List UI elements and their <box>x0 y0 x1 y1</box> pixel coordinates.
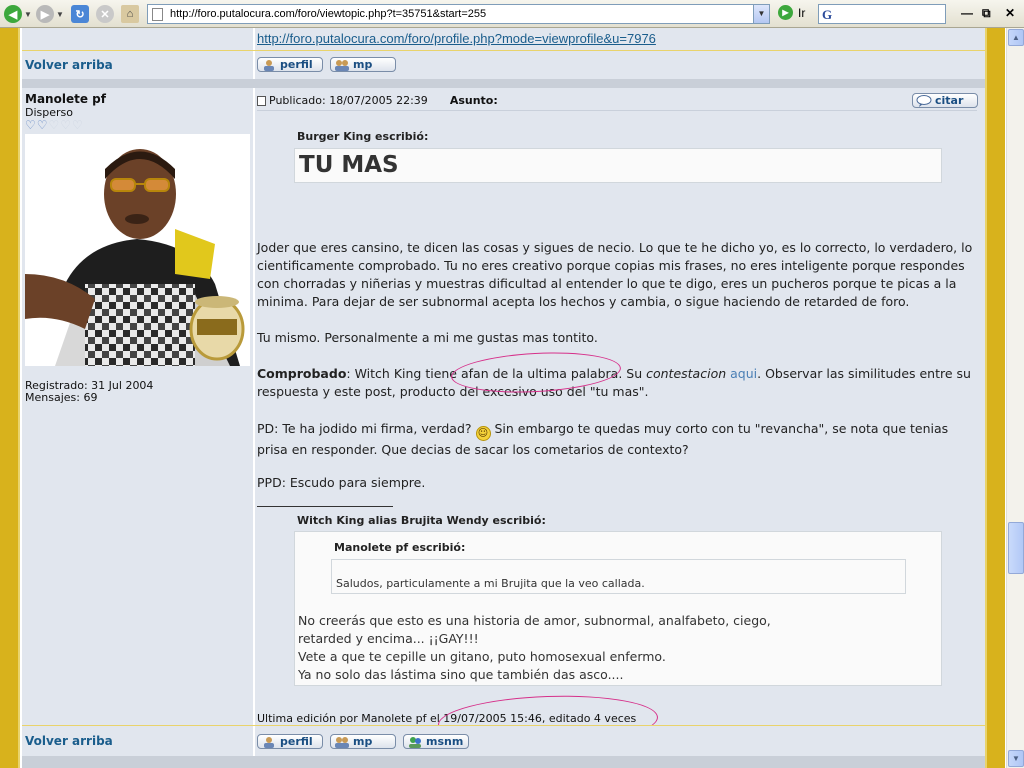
private-message-icon <box>335 737 349 748</box>
stop-icon: ✕ <box>96 5 114 23</box>
signature-quote-box: Manolete pf escribió: Saludos, particula… <box>294 531 942 686</box>
profile-button-2[interactable]: perfil <box>257 734 323 749</box>
quote-box: TU MAS <box>294 148 942 183</box>
inner-quote-box: Saludos, particulamente a mi Brujita que… <box>331 559 906 594</box>
browser-toolbar: ◀ ▼ ▶ ▼ ↻ ✕ ⌂ http://foro.putalocura.com/f… <box>0 0 1024 28</box>
inner-quote-author: Manolete pf escribió: <box>334 541 466 554</box>
message-count: Mensajes: 69 <box>25 391 98 404</box>
address-dropdown-icon[interactable]: ▼ <box>753 5 769 23</box>
quote-bubble-icon <box>916 95 932 107</box>
profile-icon <box>264 60 274 71</box>
pm-button[interactable]: mp <box>330 57 396 72</box>
profile-link[interactable]: http://foro.putalocura.com/foro/profile.… <box>257 31 656 46</box>
post-paragraph-4: PD: Te ha jodido mi firma, verdad? ☺ Sin… <box>257 421 949 457</box>
avatar-photo-icon <box>25 134 250 366</box>
post-paragraph-2: Tu mismo. Personalmente a mi me gustas m… <box>257 330 598 345</box>
post-footer: Volver arriba perfil mp msnm <box>22 726 985 756</box>
go-label: Ir <box>798 5 806 20</box>
vertical-scrollbar[interactable]: ▲ ▼ <box>1006 28 1024 768</box>
page-viewport: http://foro.putalocura.com/foro/profile.… <box>0 28 1024 768</box>
forward-arrow-icon: ▶ <box>36 5 54 23</box>
profile-button[interactable]: perfil <box>257 57 323 72</box>
address-bar[interactable]: http://foro.putalocura.com/foro/viewtopi… <box>147 4 770 24</box>
comprobado-label: Comprobado <box>257 366 347 381</box>
google-search-box[interactable]: G <box>818 4 946 24</box>
refresh-icon: ↻ <box>71 5 89 23</box>
home-icon: ⌂ <box>121 5 139 23</box>
stop-button[interactable]: ✕ <box>96 4 114 24</box>
post-author-name[interactable]: Manolete pf <box>25 92 106 106</box>
private-message-icon <box>335 60 349 71</box>
scroll-down-icon[interactable]: ▼ <box>1008 750 1024 767</box>
signature-separator <box>257 506 393 507</box>
scroll-thumb[interactable] <box>1008 522 1024 574</box>
go-arrow-icon: ▶ <box>778 5 793 20</box>
post-paragraph-5: PPD: Escudo para siempre. <box>257 475 426 490</box>
scroll-up-icon[interactable]: ▲ <box>1008 29 1024 46</box>
page-icon <box>152 8 163 21</box>
post-body-column: Publicado: 18/07/2005 22:39 Asunto: cita… <box>255 88 985 750</box>
left-gold-border <box>0 28 20 768</box>
back-to-top-link[interactable]: Volver arriba <box>25 58 113 72</box>
prev-post-footer: Volver arriba perfil mp <box>22 51 985 79</box>
close-icon[interactable]: ✕ <box>1005 6 1015 20</box>
prev-post-row: http://foro.putalocura.com/foro/profile.… <box>22 28 985 50</box>
post-author-column: Manolete pf Disperso ♡♡♡♡♡ Registrado: 3… <box>22 88 253 725</box>
restore-icon[interactable]: ⧉ <box>982 6 991 21</box>
back-button[interactable]: ◀ ▼ <box>4 4 32 24</box>
pm-button-2[interactable]: mp <box>330 734 396 749</box>
right-gold-border <box>985 28 1005 768</box>
msn-messenger-icon <box>409 737 421 748</box>
aqui-link[interactable]: aqui <box>730 366 757 381</box>
post-icon <box>257 95 266 106</box>
post-date: Publicado: 18/07/2005 22:39 <box>269 94 428 107</box>
signature-text: No creerás que esto es una historia de a… <box>298 613 771 682</box>
minimize-icon[interactable]: — <box>961 6 973 20</box>
msn-button[interactable]: msnm <box>403 734 469 749</box>
refresh-button[interactable]: ↻ <box>71 4 89 24</box>
address-url: http://foro.putalocura.com/foro/viewtopi… <box>170 8 487 20</box>
back-arrow-icon: ◀ <box>4 5 22 23</box>
quote-author: Burger King escribió: <box>297 130 429 143</box>
rank-hearts-icon: ♡♡♡♡♡ <box>25 118 84 132</box>
signature-quote-author: Witch King alias Brujita Wendy escribió: <box>297 514 546 527</box>
forum-content: http://foro.putalocura.com/foro/profile.… <box>22 28 985 768</box>
back-to-top-link-2[interactable]: Volver arriba <box>25 734 113 748</box>
inner-quote-text: Saludos, particulamente a mi Brujita que… <box>336 577 645 590</box>
quote-button[interactable]: citar <box>912 93 978 108</box>
author-avatar <box>25 134 250 366</box>
laughing-smiley-icon: ☺ <box>475 426 491 441</box>
post-row: Manolete pf Disperso ♡♡♡♡♡ Registrado: 3… <box>22 88 985 750</box>
quote-text: TU MAS <box>299 152 399 178</box>
home-button[interactable]: ⌂ <box>121 4 139 24</box>
google-logo: G <box>822 7 833 22</box>
forward-button[interactable]: ▶ ▼ <box>36 4 64 24</box>
subject-label: Asunto: <box>449 94 498 107</box>
go-button[interactable]: ▶ Ir <box>778 5 805 20</box>
post-paragraph-1: Joder que eres cansino, te dicen las cos… <box>257 240 973 309</box>
post-separator <box>22 79 985 88</box>
profile-icon <box>264 737 274 748</box>
